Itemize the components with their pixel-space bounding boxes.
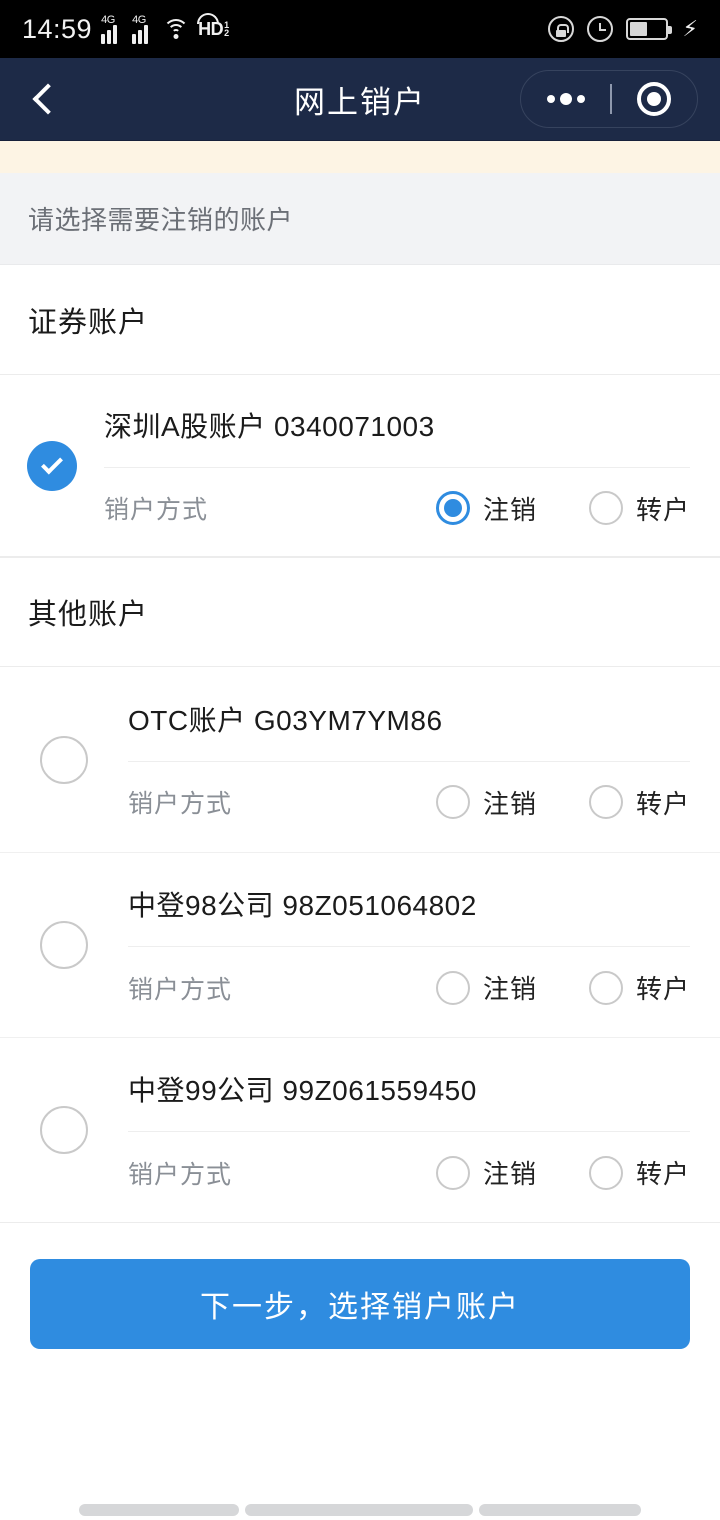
battery-icon [625,18,672,40]
network-label-1: 4G [101,14,115,26]
radio-option-cancel[interactable]: 注销 [435,490,537,527]
nav-home-handle[interactable] [245,1504,473,1516]
wifi-icon [163,19,190,39]
account-row-zhongdeng99[interactable]: 中登99公司 99Z061559450 销户方式 注销 转户 [0,1037,720,1222]
radio-label: 转户 [635,1159,690,1189]
radio-option-transfer[interactable]: 转户 [588,784,690,821]
radio-circle-icon [435,785,470,819]
unchecked-circle-icon [40,735,88,784]
radio-circle-icon [588,785,623,819]
account-row-zhongdeng98[interactable]: 中登98公司 98Z051064802 销户方式 注销 转户 [0,852,720,1037]
radio-option-transfer[interactable]: 转户 [588,1154,690,1191]
section-title-securities: 证券账户 [0,265,720,375]
more-dots-icon[interactable] [547,93,585,105]
radio-option-cancel[interactable]: 注销 [435,969,537,1006]
check-circle-icon [27,440,77,491]
system-navigation-bar [0,1484,720,1520]
method-label: 销户方式 [128,790,233,818]
account-method-row: 销户方式 注销 转户 [104,466,690,527]
next-step-button[interactable]: 下一步，选择销户账户 [30,1259,690,1349]
status-time: 14:59 [22,13,93,44]
radio-option-cancel[interactable]: 注销 [435,1154,537,1191]
radio-circle-icon [435,1155,470,1190]
radio-option-transfer[interactable]: 转户 [588,969,690,1006]
radio-label: 注销 [482,974,537,1004]
status-bar: 14:59 4G 4G HD 1 2 ⚡ [0,0,720,58]
method-options: 注销 转户 [435,1154,690,1191]
cta-zone: 下一步，选择销户账户 [0,1223,720,1349]
status-bar-left: 14:59 4G 4G HD 1 2 [22,12,229,45]
capsule-divider [610,84,612,114]
unchecked-circle-icon [40,1106,88,1154]
app-screen: 14:59 4G 4G HD 1 2 ⚡ 网上销户 请选择需要注销的账户 证券账… [0,0,720,1520]
method-label: 销户方式 [128,975,233,1004]
account-name: 中登99公司 99Z061559450 [128,1075,477,1106]
accent-strip [0,141,720,173]
radio-label: 转户 [635,974,690,1004]
account-row-otc[interactable]: OTC账户 G03YM7YM86 销户方式 注销 转户 [0,667,720,852]
account-body: 中登99公司 99Z061559450 销户方式 注销 转户 [128,1069,720,1191]
radio-circle-icon [435,491,470,525]
sim-slot-bottom: 2 [224,28,229,38]
radio-label: 转户 [635,494,690,525]
chevron-left-icon [32,83,64,115]
account-method-row: 销户方式 注销 转户 [128,946,690,1006]
notice-band: 请选择需要注销的账户 [0,173,720,265]
nav-recents-handle[interactable] [79,1504,239,1516]
account-select-zhongdeng99[interactable] [0,1106,128,1154]
section-title-other: 其他账户 [0,557,720,667]
account-row-securities[interactable]: 深圳A股账户 0340071003 销户方式 注销 转户 [0,375,720,557]
notice-text: 请选择需要注销的账户 [28,205,294,235]
app-header: 网上销户 [0,58,720,141]
hd-voice-icon: HD 1 2 [197,12,229,40]
nav-back-handle[interactable] [479,1504,641,1516]
radio-circle-icon [588,970,623,1005]
status-bar-right: ⚡ [547,16,698,42]
radio-label: 转户 [635,788,690,819]
account-select-zhongdeng98[interactable] [0,921,128,969]
back-button[interactable] [0,58,90,141]
radio-circle-icon [435,970,470,1005]
account-body: OTC账户 G03YM7YM86 销户方式 注销 转户 [128,699,720,821]
radio-option-cancel[interactable]: 注销 [435,784,537,821]
signal-4g-2-icon: 4G [132,14,154,44]
method-label: 销户方式 [128,1160,233,1189]
account-body: 深圳A股账户 0340071003 销户方式 注销 转户 [104,405,720,527]
rotation-lock-icon [547,16,574,42]
account-select-otc[interactable] [0,735,128,784]
radio-circle-icon [588,491,623,525]
radio-option-transfer[interactable]: 转户 [588,490,690,527]
account-method-row: 销户方式 注销 转户 [128,1131,690,1191]
account-method-row: 销户方式 注销 转户 [128,760,690,821]
account-name: 深圳A股账户 0340071003 [104,410,435,442]
account-select-securities[interactable] [0,440,104,491]
charging-bolt-icon: ⚡ [682,16,698,41]
miniprogram-capsule [520,70,698,128]
radio-label: 注销 [482,788,537,819]
method-options: 注销 转户 [435,490,690,527]
target-circle-icon[interactable] [637,82,671,116]
method-label: 销户方式 [104,496,209,524]
radio-circle-icon [588,1155,623,1190]
unchecked-circle-icon [40,921,88,969]
alarm-icon [586,16,613,42]
radio-label: 注销 [482,494,537,525]
signal-4g-1-icon: 4G [101,14,123,44]
account-name: 中登98公司 98Z051064802 [128,890,477,921]
account-name: OTC账户 G03YM7YM86 [128,704,443,736]
account-body: 中登98公司 98Z051064802 销户方式 注销 转户 [128,884,720,1006]
method-options: 注销 转户 [435,969,690,1006]
network-label-2: 4G [132,14,146,26]
radio-label: 注销 [482,1159,537,1189]
method-options: 注销 转户 [435,784,690,821]
